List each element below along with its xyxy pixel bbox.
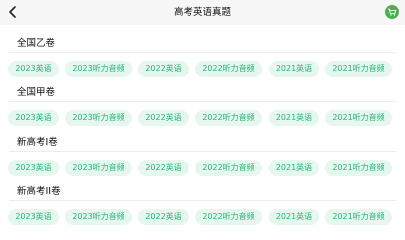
resource-chip[interactable]: 2022听力音频: [195, 110, 262, 126]
divider: [9, 151, 396, 152]
exam-section: 全国乙卷 2023英语 2023听力音频 2022英语 2022听力音频 2021英语 20…: [0, 36, 405, 82]
chip-row: 2023英语 2023听力音频 2022英语 2022听力音频 2021英语 2021听力…: [0, 110, 405, 126]
resource-chip[interactable]: 2022英语: [138, 110, 189, 126]
exam-section: 新高考II卷 2023英语 2023听力音频 2022英语 2022听力音频 2021英语…: [0, 184, 405, 230]
divider: [9, 101, 396, 102]
resource-chip[interactable]: 2023英语: [8, 160, 59, 176]
section-title: 新高考I卷: [17, 137, 58, 148]
resource-chip[interactable]: 2021英语: [269, 110, 319, 126]
chip-row: 2023英语 2023听力音频 2022英语 2022听力音频 2021英语 2021听力…: [0, 61, 405, 77]
resource-chip[interactable]: 2022英语: [138, 160, 189, 176]
divider: [9, 200, 396, 201]
exam-section: 新高考I卷 2023英语 2023听力音频 2022英语 2022听力音频 2021英语 2…: [0, 135, 405, 181]
resource-chip[interactable]: 2021听力音频: [325, 209, 392, 225]
resource-chip[interactable]: 2023听力音频: [65, 160, 132, 176]
resource-chip[interactable]: 2021听力音频: [325, 160, 392, 176]
resource-chip[interactable]: 2021听力音频: [325, 110, 392, 126]
page-title: 高考英语真题: [173, 7, 231, 18]
resource-chip[interactable]: 2021英语: [269, 61, 319, 77]
section-title: 全国乙卷: [17, 38, 56, 49]
cart-button[interactable]: [385, 5, 399, 19]
resource-chip[interactable]: 2023英语: [8, 209, 59, 225]
divider: [9, 52, 396, 53]
resource-chip[interactable]: 2022听力音频: [195, 160, 262, 176]
resource-chip[interactable]: 2023听力音频: [65, 209, 132, 225]
resource-chip[interactable]: 2022听力音频: [195, 209, 262, 225]
resource-chip[interactable]: 2021听力音频: [325, 61, 392, 77]
section-title: 全国甲卷: [17, 87, 56, 98]
resource-chip[interactable]: 2021英语: [269, 160, 319, 176]
exam-section: 全国甲卷 2023英语 2023听力音频 2022英语 2022听力音频 2021英语 20…: [0, 85, 405, 131]
resource-chip[interactable]: 2023听力音频: [65, 61, 132, 77]
nav-bar: 高考英语真题: [0, 0, 405, 25]
section-title: 新高考II卷: [17, 186, 61, 197]
chip-row: 2023英语 2023听力音频 2022英语 2022听力音频 2021英语 2021听力…: [0, 160, 405, 176]
chip-row: 2023英语 2023听力音频 2022英语 2022听力音频 2021英语 2021听力…: [0, 209, 405, 225]
resource-chip[interactable]: 2022英语: [138, 61, 189, 77]
resource-chip[interactable]: 2023英语: [8, 110, 59, 126]
resource-chip[interactable]: 2023英语: [8, 61, 59, 77]
resource-chip[interactable]: 2022英语: [138, 209, 189, 225]
resource-chip[interactable]: 2022听力音频: [195, 61, 262, 77]
cart-icon: [388, 8, 397, 16]
resource-chip[interactable]: 2021英语: [269, 209, 319, 225]
resource-chip[interactable]: 2023听力音频: [65, 110, 132, 126]
